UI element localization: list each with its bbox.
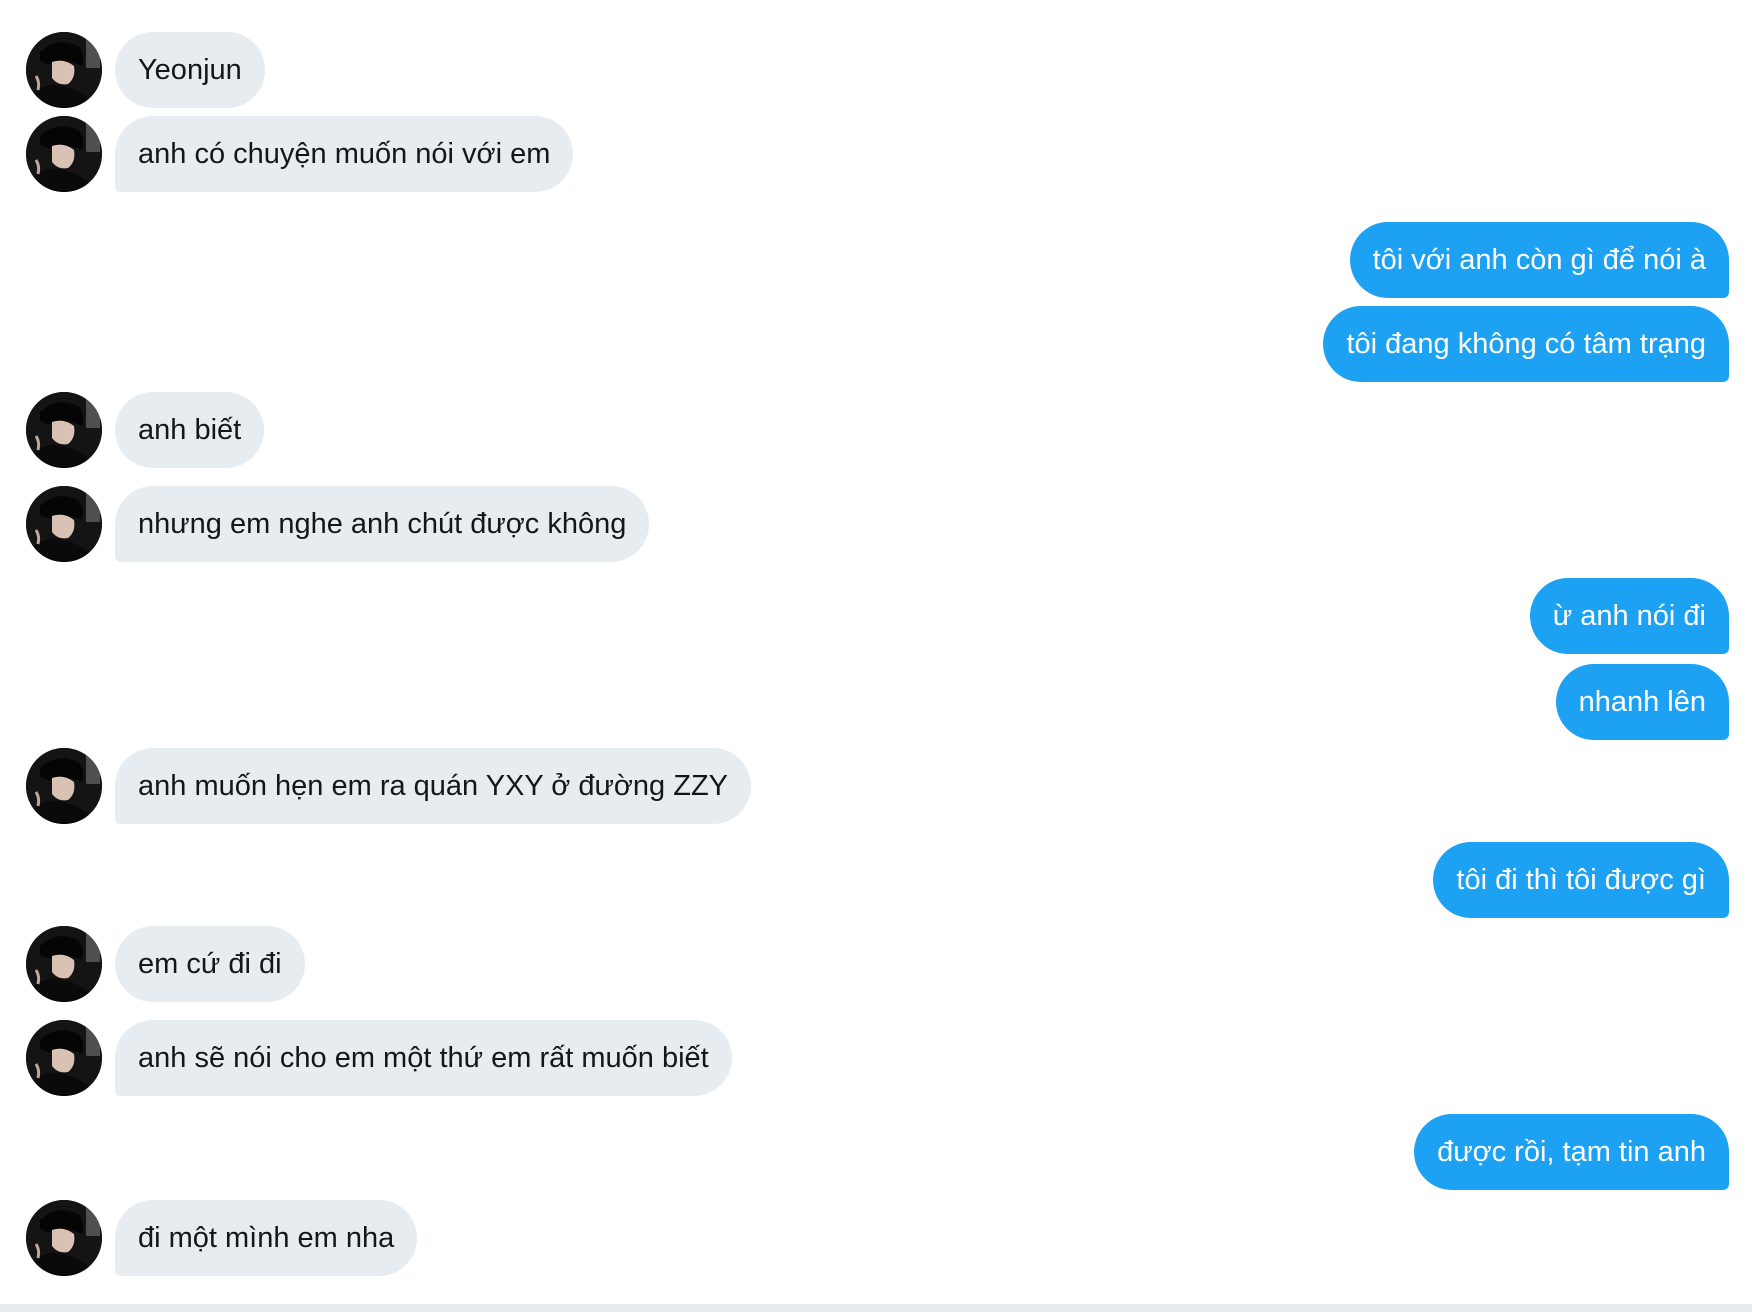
- profile-avatar[interactable]: [26, 1020, 102, 1096]
- message-bubble[interactable]: được rồi, tạm tin anh: [1414, 1114, 1729, 1190]
- avatar-photo-icon: [26, 926, 102, 1002]
- avatar-photo-icon: [26, 116, 102, 192]
- profile-avatar[interactable]: [26, 392, 102, 468]
- avatar-photo-icon: [26, 748, 102, 824]
- profile-avatar[interactable]: [26, 486, 102, 562]
- profile-avatar[interactable]: [26, 1200, 102, 1276]
- avatar-photo-icon: [26, 392, 102, 468]
- chat-conversation: Yeonjun anh có chuyện muốn nói với em tô…: [0, 0, 1752, 1312]
- message-bubble[interactable]: anh biết: [115, 392, 265, 468]
- message-bubble[interactable]: anh sẽ nói cho em một thứ em rất muốn bi…: [115, 1020, 732, 1096]
- bottom-divider: [0, 1304, 1752, 1312]
- message-bubble[interactable]: ừ anh nói đi: [1529, 578, 1729, 654]
- profile-avatar[interactable]: [26, 32, 102, 108]
- profile-avatar[interactable]: [26, 116, 102, 192]
- profile-avatar[interactable]: [26, 926, 102, 1002]
- message-bubble[interactable]: đi một mình em nha: [115, 1200, 418, 1276]
- profile-avatar[interactable]: [26, 748, 102, 824]
- message-bubble[interactable]: tôi đang không có tâm trạng: [1323, 306, 1729, 382]
- message-bubble[interactable]: anh muốn hẹn em ra quán YXY ở đường ZZY: [115, 748, 751, 824]
- message-bubble[interactable]: nhưng em nghe anh chút được không: [115, 486, 650, 562]
- message-bubble[interactable]: nhanh lên: [1555, 664, 1729, 740]
- avatar-photo-icon: [26, 32, 102, 108]
- message-bubble[interactable]: tôi đi thì tôi được gì: [1433, 842, 1729, 918]
- message-bubble[interactable]: anh có chuyện muốn nói với em: [115, 116, 574, 192]
- avatar-photo-icon: [26, 486, 102, 562]
- avatar-photo-icon: [26, 1200, 102, 1276]
- message-bubble[interactable]: Yeonjun: [115, 32, 265, 108]
- avatar-photo-icon: [26, 1020, 102, 1096]
- message-bubble[interactable]: tôi với anh còn gì để nói à: [1349, 222, 1729, 298]
- message-bubble[interactable]: em cứ đi đi: [115, 926, 305, 1002]
